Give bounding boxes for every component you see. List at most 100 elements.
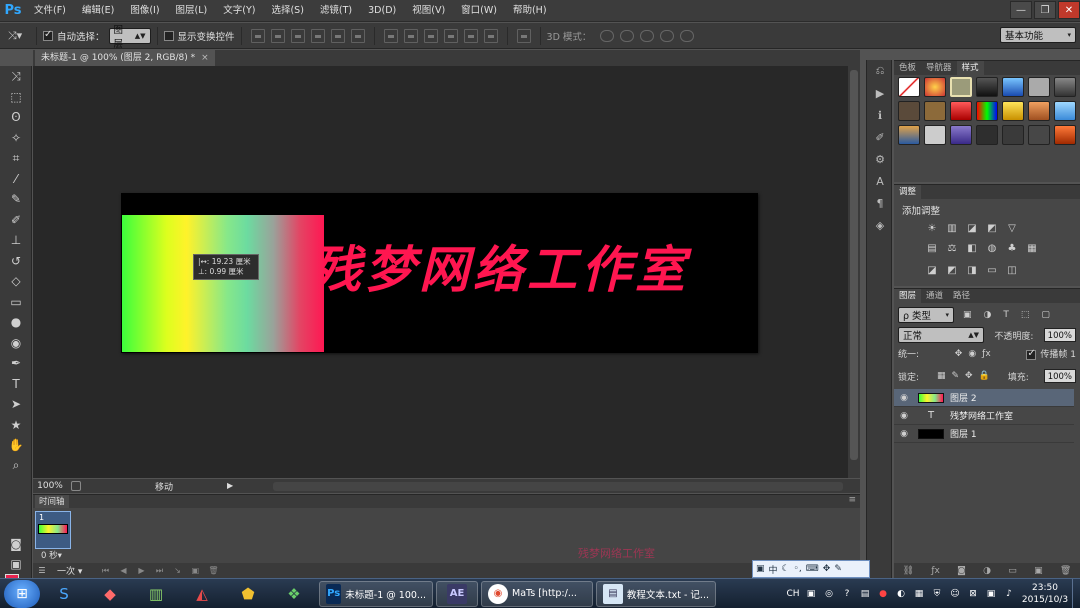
- 3d-panel-icon[interactable]: ◈: [867, 214, 893, 236]
- style-swatch[interactable]: [1002, 77, 1024, 97]
- style-swatch[interactable]: [1028, 125, 1050, 145]
- restore-button[interactable]: ❐: [1034, 1, 1056, 19]
- actions-panel-icon[interactable]: ▶: [867, 82, 893, 104]
- ime-language[interactable]: 中: [769, 563, 778, 576]
- brightness-icon[interactable]: ☀: [924, 223, 940, 237]
- align-right-icon[interactable]: [350, 28, 365, 43]
- vibrance-icon[interactable]: ▽: [1004, 223, 1020, 237]
- distribute-left-icon[interactable]: [443, 28, 458, 43]
- align-bottom-icon[interactable]: [290, 28, 305, 43]
- menu-filter[interactable]: 滤镜(T): [312, 0, 360, 22]
- document-tab[interactable]: 未标题-1 @ 100% (图层 2, RGB/8) * ×: [35, 50, 215, 66]
- lock-position-icon[interactable]: ✥: [965, 371, 973, 381]
- eye-icon[interactable]: ◉: [894, 393, 914, 403]
- filter-adjustment-icon[interactable]: ◑: [984, 310, 992, 320]
- unify-visibility-icon[interactable]: ◉: [968, 349, 976, 359]
- add-mask-icon[interactable]: ◙: [957, 566, 966, 576]
- style-swatch[interactable]: [1028, 101, 1050, 121]
- dodge-tool-icon[interactable]: ◉: [0, 333, 32, 354]
- menu-window[interactable]: 窗口(W): [453, 0, 505, 22]
- eye-icon[interactable]: ◉: [894, 429, 914, 439]
- next-frame-icon[interactable]: ⏭: [150, 566, 168, 576]
- style-swatch[interactable]: [924, 101, 946, 121]
- close-icon[interactable]: ×: [201, 53, 209, 63]
- layer-row[interactable]: ◉ T 残梦网络工作室: [894, 407, 1074, 425]
- propagate-frame-toggle[interactable]: 传播帧 1: [1026, 347, 1076, 360]
- layer-style-icon[interactable]: ƒx: [931, 566, 940, 576]
- shape-tool-icon[interactable]: ★: [0, 415, 32, 436]
- fill-field[interactable]: 100%: [1043, 369, 1076, 383]
- animation-frame[interactable]: 1: [35, 511, 71, 549]
- ime-keyboard-icon[interactable]: ⌨: [806, 564, 819, 574]
- tool-presets-icon[interactable]: ⚙: [867, 148, 893, 170]
- style-swatch[interactable]: [950, 125, 972, 145]
- curves-icon[interactable]: ◪: [964, 223, 980, 237]
- pen-tool-icon[interactable]: ✒: [0, 353, 32, 374]
- hand-tool-icon[interactable]: ✋: [0, 435, 32, 456]
- posterize-icon[interactable]: ◩: [944, 265, 960, 279]
- drag-3d-icon[interactable]: [640, 29, 655, 42]
- tab-styles[interactable]: 样式: [956, 61, 984, 75]
- filter-smart-object-icon[interactable]: ▢: [1041, 310, 1050, 320]
- style-swatch[interactable]: [950, 77, 972, 97]
- layer-row[interactable]: ◉ 图层 2: [894, 389, 1074, 407]
- tween-icon[interactable]: ↘: [168, 566, 186, 575]
- move-tool-icon[interactable]: ⤨: [0, 66, 32, 87]
- filter-type-icon[interactable]: T: [1003, 310, 1009, 320]
- show-desktop-button[interactable]: [1072, 579, 1080, 608]
- zoom-level[interactable]: 100%: [33, 481, 67, 491]
- timeline-tab[interactable]: 时间轴: [35, 495, 69, 509]
- type-tool-icon[interactable]: T: [0, 374, 32, 395]
- gradient-tool-icon[interactable]: ▭: [0, 292, 32, 313]
- loop-dropdown[interactable]: 一次 ▾: [57, 564, 82, 577]
- volume-icon[interactable]: ♪: [1001, 589, 1017, 599]
- taskbar-task-ae[interactable]: AE: [436, 580, 478, 607]
- align-hcenter-icon[interactable]: [330, 28, 345, 43]
- tray-app-icon[interactable]: ▣: [803, 589, 819, 599]
- unify-position-icon[interactable]: ✥: [955, 349, 963, 359]
- panel-menu-icon[interactable]: ≡: [848, 495, 856, 505]
- eye-icon[interactable]: ◉: [894, 411, 914, 421]
- style-swatch[interactable]: [924, 125, 946, 145]
- lasso-tool-icon[interactable]: ʘ: [0, 107, 32, 128]
- channel-mixer-icon[interactable]: ♣: [1004, 243, 1020, 257]
- frame-delay-dropdown[interactable]: 0 秒▾: [41, 549, 62, 561]
- unify-style-icon[interactable]: ƒx: [982, 349, 991, 359]
- align-vcenter-icon[interactable]: [270, 28, 285, 43]
- tab-navigator[interactable]: 导航器: [921, 61, 957, 75]
- history-brush-tool-icon[interactable]: ↺: [0, 251, 32, 272]
- path-select-tool-icon[interactable]: ➤: [0, 394, 32, 415]
- start-button[interactable]: ⊞: [4, 579, 40, 608]
- app-pinned-icon[interactable]: ◆: [88, 580, 132, 608]
- help-icon[interactable]: ?: [839, 589, 855, 599]
- workspace-dropdown[interactable]: 基本功能 ▾: [1000, 27, 1076, 43]
- new-layer-icon[interactable]: ▣: [1034, 566, 1043, 576]
- invert-icon[interactable]: ◪: [924, 265, 940, 279]
- style-swatch[interactable]: [1054, 101, 1076, 121]
- hue-saturation-icon[interactable]: ▤: [924, 243, 940, 257]
- exposure-icon[interactable]: ◩: [984, 223, 1000, 237]
- propagate-checkbox[interactable]: [1026, 348, 1037, 360]
- horizontal-scrollbar[interactable]: [273, 482, 843, 491]
- tray-lang[interactable]: CH: [785, 589, 801, 599]
- quick-select-tool-icon[interactable]: ✧: [0, 128, 32, 149]
- first-frame-icon[interactable]: ⏮: [96, 566, 114, 576]
- auto-select-dropdown[interactable]: 图层 ▲▼: [108, 25, 151, 50]
- lock-all-icon[interactable]: 🔒: [979, 371, 990, 381]
- ime-punct-icon[interactable]: ◦,: [794, 564, 802, 574]
- align-left-icon[interactable]: [310, 28, 325, 43]
- gradient-layer[interactable]: [122, 215, 324, 352]
- new-group-icon[interactable]: ▭: [1008, 566, 1017, 576]
- lock-transparency-icon[interactable]: ▦: [937, 371, 946, 381]
- distribute-bottom-icon[interactable]: [423, 28, 438, 43]
- blend-mode-dropdown[interactable]: 正常 ▲▼: [898, 327, 984, 343]
- blur-tool-icon[interactable]: ●: [0, 312, 32, 333]
- color-lookup-icon[interactable]: ▦: [1024, 243, 1040, 257]
- tray-app-icon[interactable]: ▤: [857, 589, 873, 599]
- close-button[interactable]: ✕: [1058, 1, 1080, 19]
- threshold-icon[interactable]: ◨: [964, 265, 980, 279]
- style-swatch[interactable]: [1054, 77, 1076, 97]
- auto-select-checkbox[interactable]: [43, 29, 53, 41]
- menu-3d[interactable]: 3D(D): [360, 0, 404, 22]
- slide-3d-icon[interactable]: [660, 29, 675, 42]
